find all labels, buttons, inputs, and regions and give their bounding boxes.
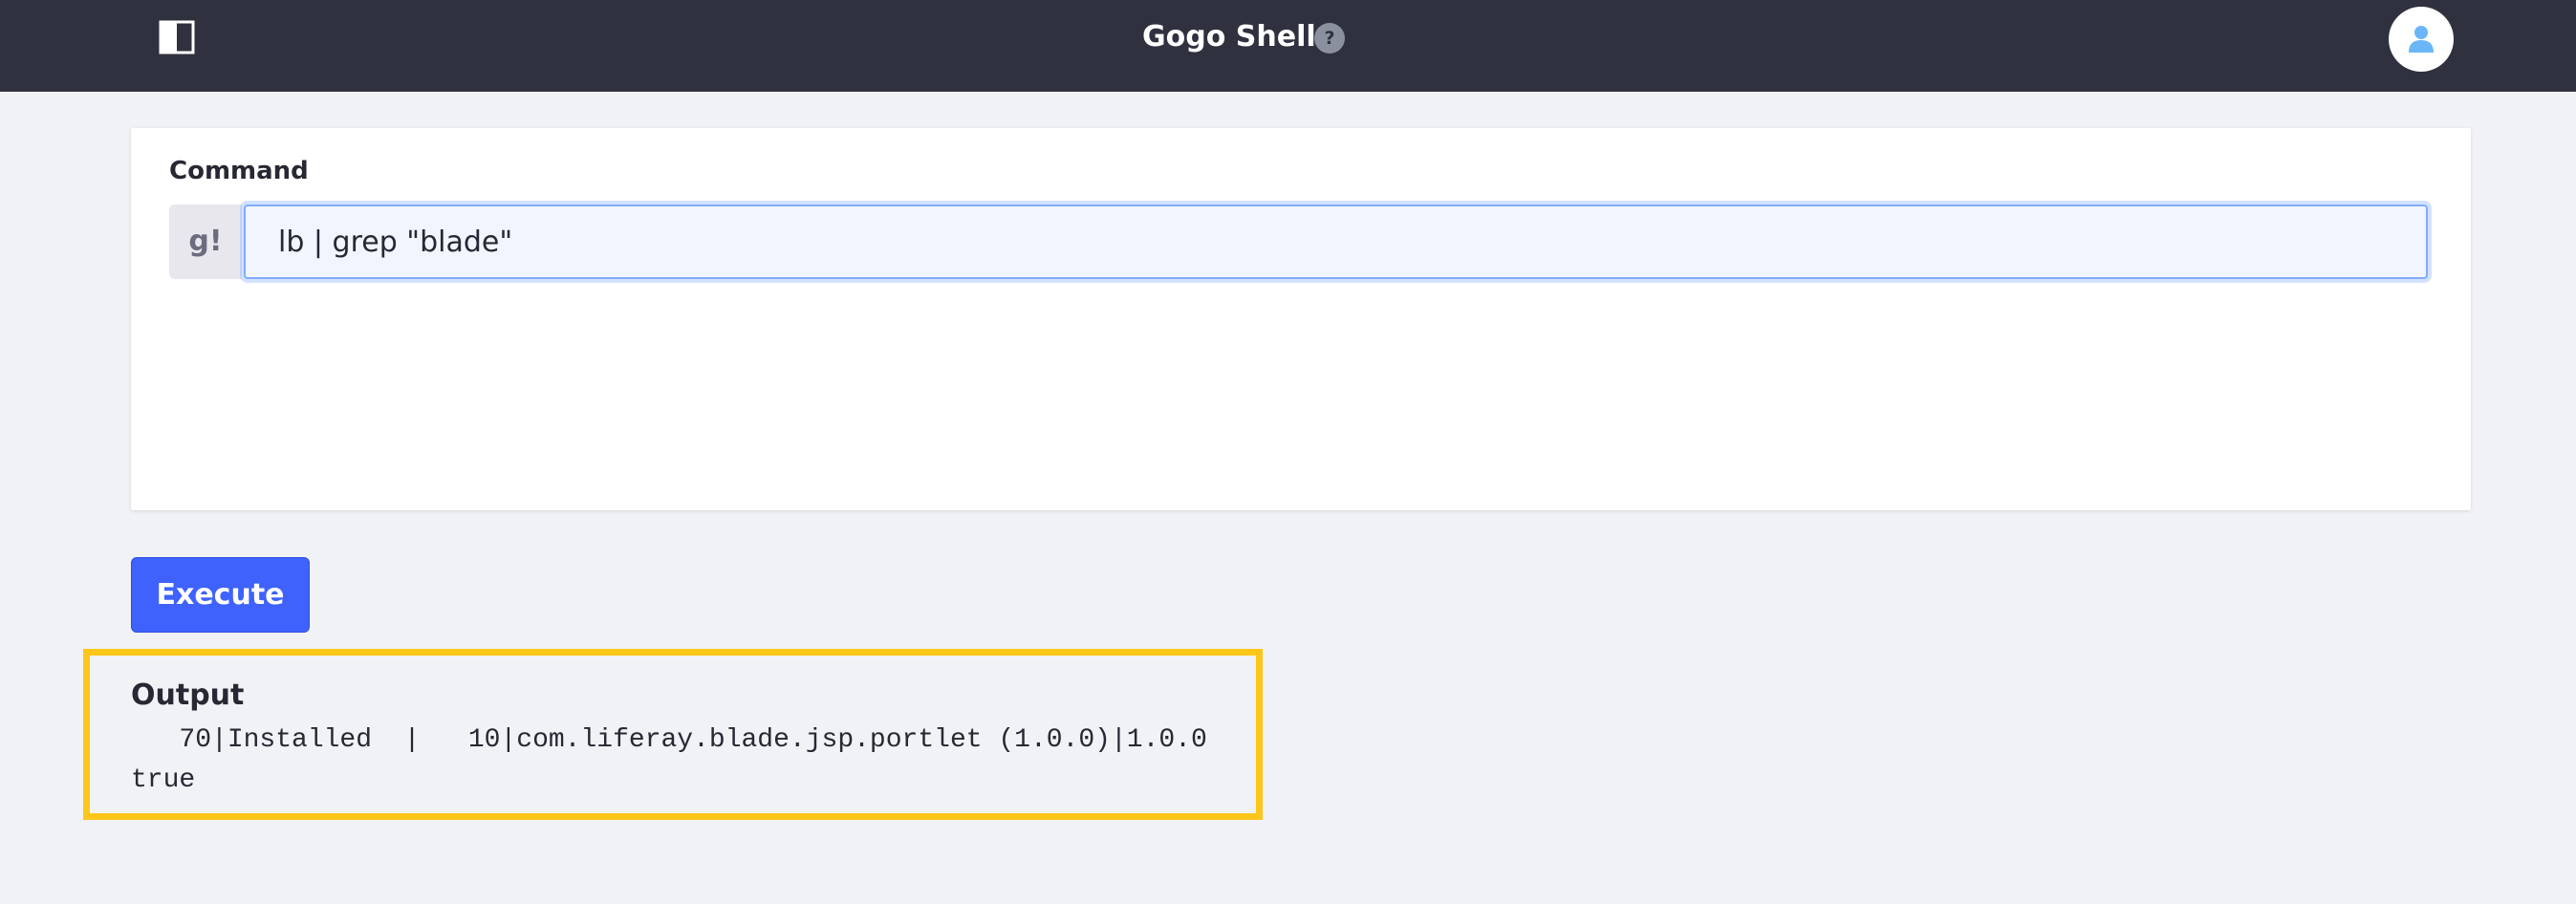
command-card: Command g! (131, 128, 2471, 510)
top-navigation-bar: Gogo Shell ? (0, 0, 2576, 92)
command-prefix: g! (169, 204, 242, 279)
page-title: Gogo Shell (1142, 20, 1316, 54)
panel-toggle-icon[interactable] (159, 20, 195, 54)
output-label: Output (131, 678, 245, 712)
command-input[interactable] (244, 204, 2428, 279)
user-avatar-icon[interactable] (2389, 7, 2454, 72)
execute-button[interactable]: Execute (131, 557, 310, 633)
help-icon[interactable]: ? (1314, 23, 1345, 54)
output-text: 70|Installed | 10|com.liferay.blade.jsp.… (131, 725, 1207, 795)
output-section: Output 70|Installed | 10|com.liferay.bla… (83, 649, 1263, 820)
command-label: Command (169, 157, 309, 185)
